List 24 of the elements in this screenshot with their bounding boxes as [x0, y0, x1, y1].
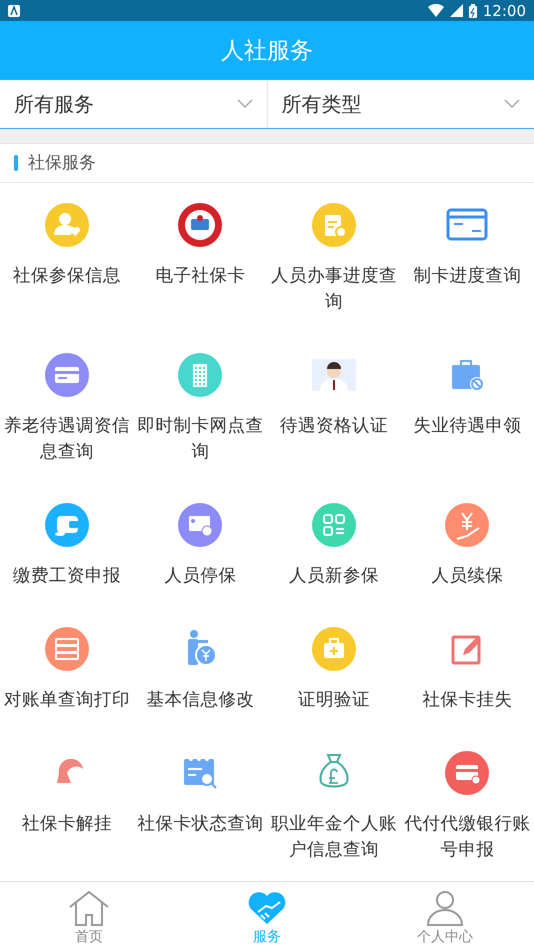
building-icon [178, 353, 222, 397]
section-title: 社保服务 [28, 152, 96, 174]
heart-handshake-icon [246, 890, 288, 926]
home-icon [68, 890, 110, 926]
medical-kit-icon [312, 627, 356, 671]
chevron-down-icon [504, 99, 520, 110]
person-icon [424, 890, 466, 926]
yen-hand-icon [445, 503, 490, 547]
notification-icon [8, 4, 20, 17]
id-card-icon [178, 503, 222, 547]
section-marker [14, 154, 18, 171]
clock-time: 12:00 [482, 2, 526, 20]
page-title: 人社服务 [221, 37, 313, 66]
grid-icon [312, 503, 356, 547]
bank-card-icon [445, 751, 490, 795]
server-icon [44, 627, 89, 671]
wifi-icon [428, 4, 444, 18]
chevron-down-icon [236, 99, 252, 110]
notepad-search-icon [312, 203, 356, 247]
battery-icon [468, 4, 477, 18]
card-icon [44, 353, 89, 397]
wallet-icon [44, 503, 89, 547]
card-badge-icon [178, 203, 222, 247]
signal-icon [450, 4, 463, 18]
